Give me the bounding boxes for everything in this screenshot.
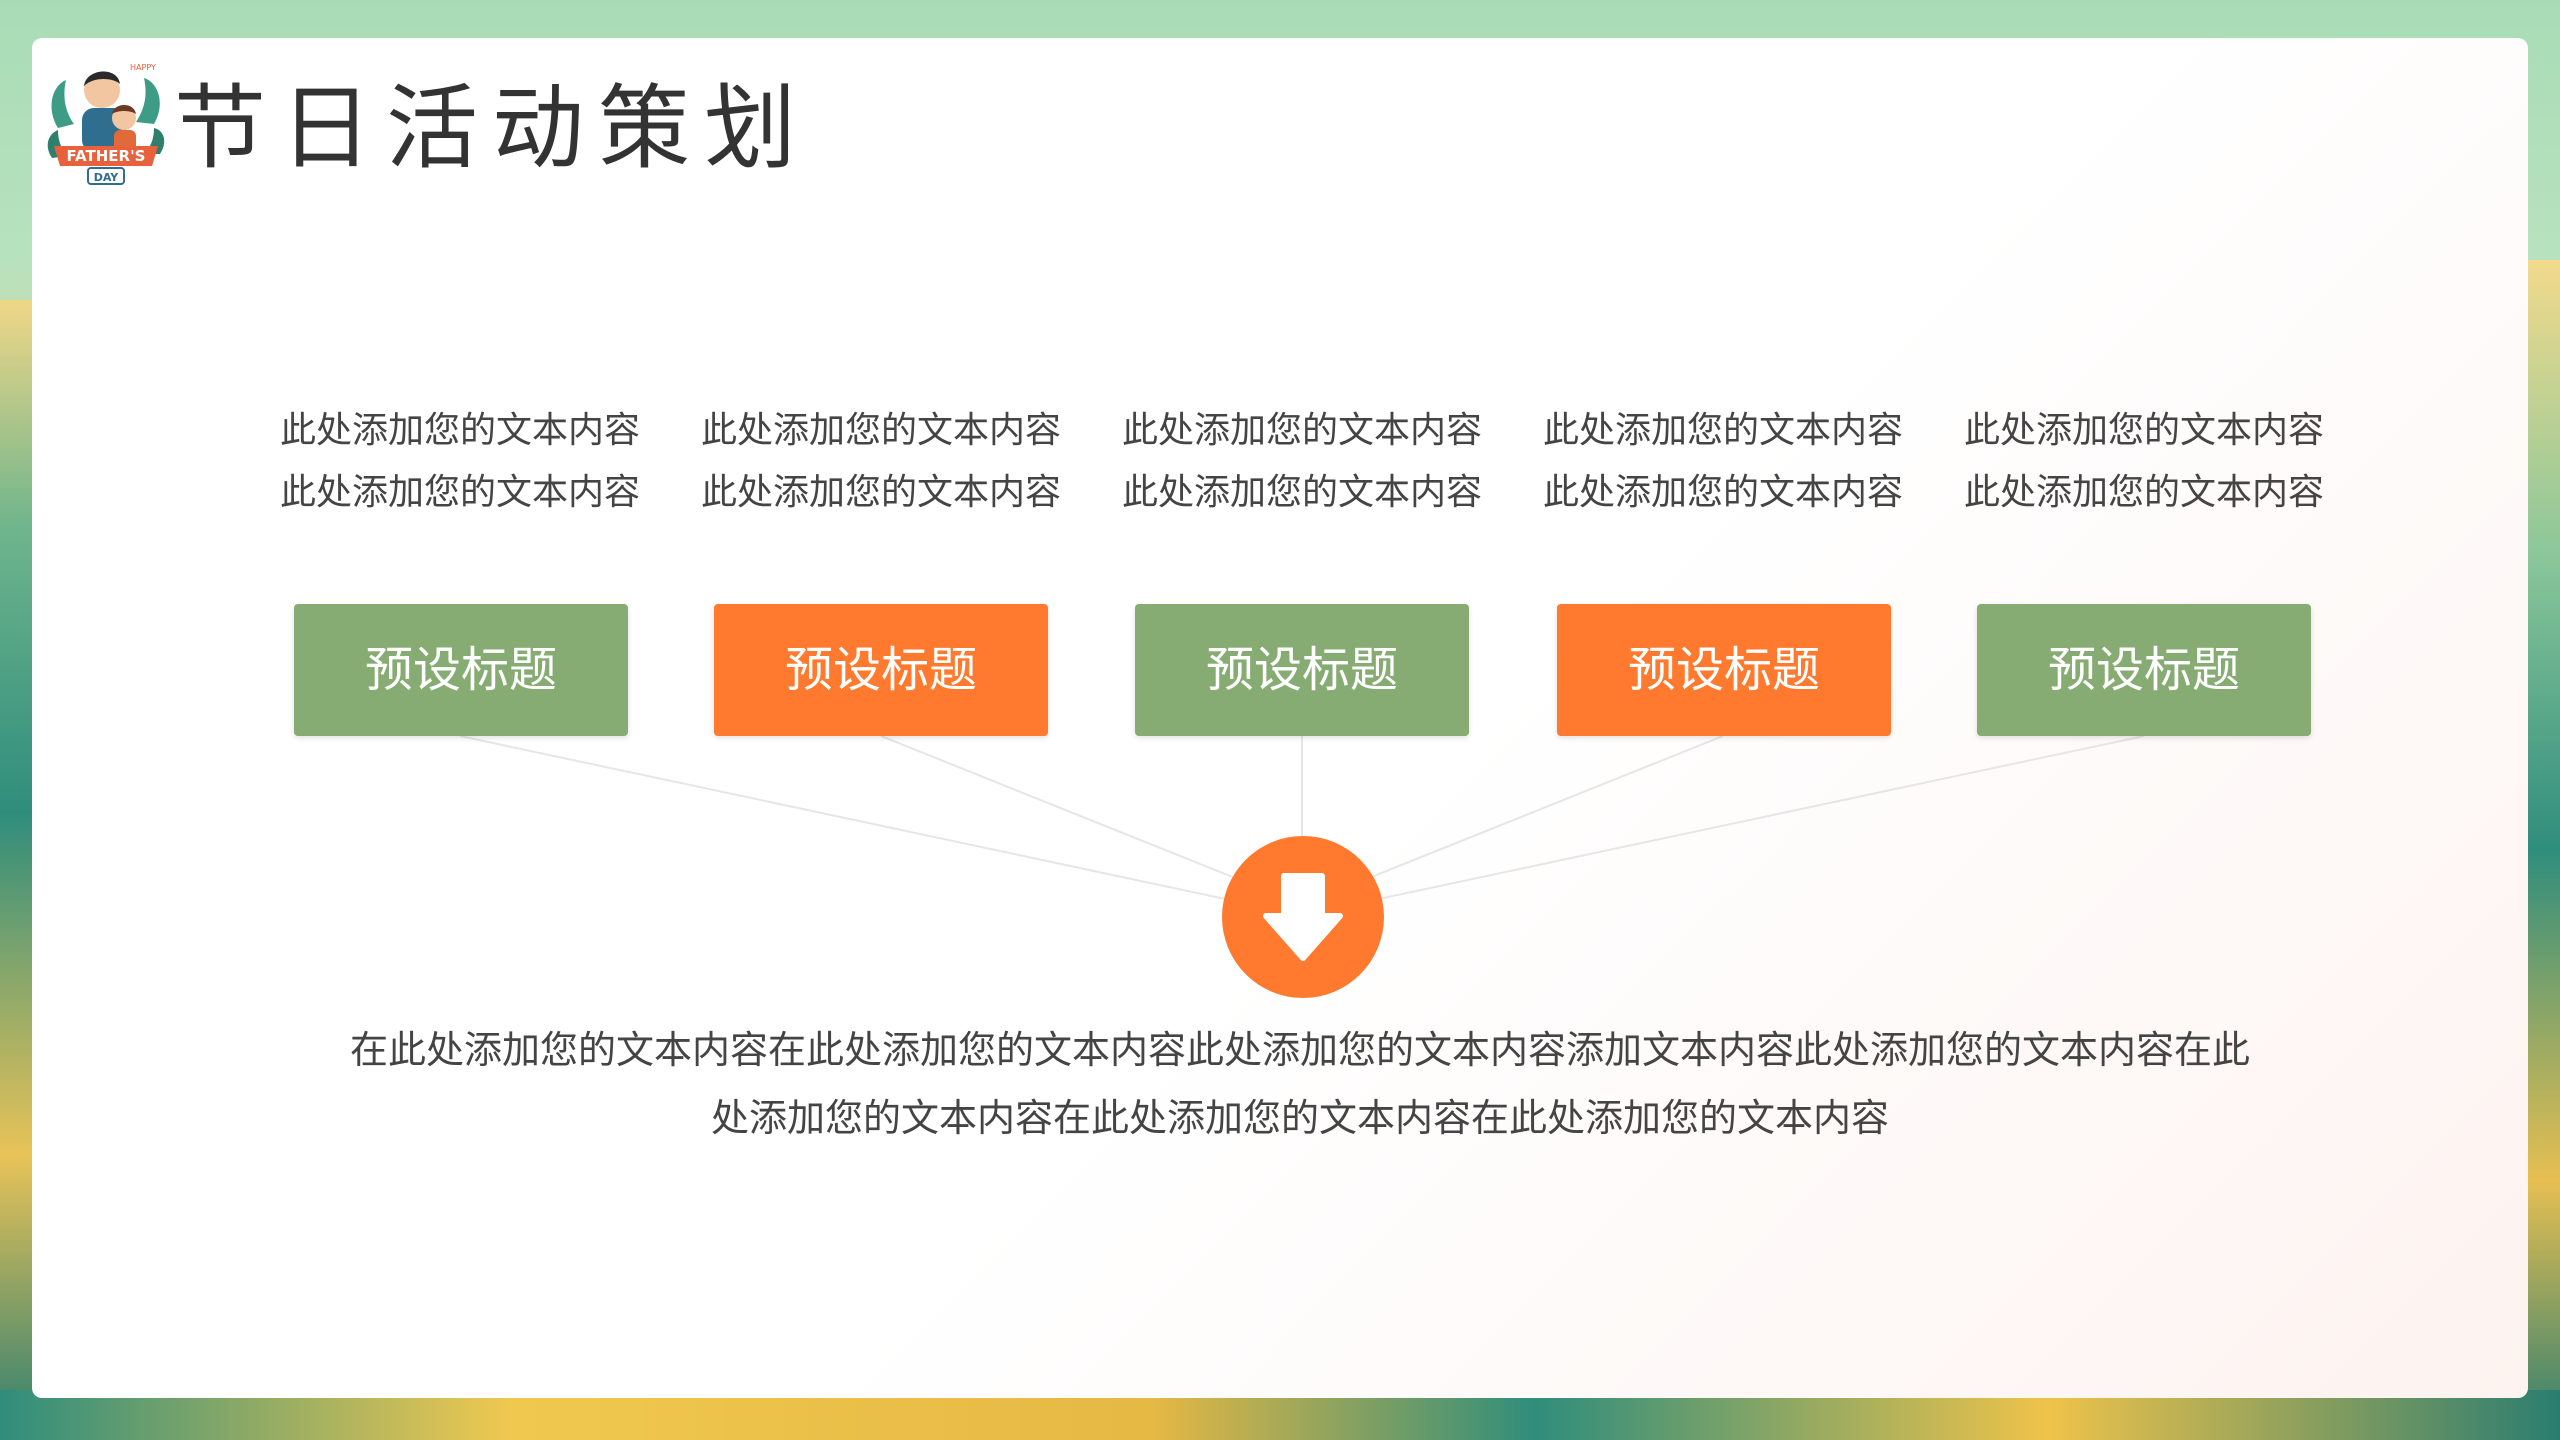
- column-4-line-1: 此处添加您的文本内容: [1542, 410, 1903, 451]
- summary-line-1: 在此处添加您的文本内容在此处添加您的文本内容此处添加您的文本内容添加文本内容此处…: [349, 1028, 2250, 1072]
- column-1-line-2: 此处添加您的文本内容: [279, 472, 640, 513]
- preset-title-button-3[interactable]: 预设标题: [1135, 604, 1469, 736]
- column-1-text: 此处添加您的文本内容 此处添加您的文本内容: [250, 400, 670, 524]
- column-2-line-1: 此处添加您的文本内容: [700, 410, 1061, 451]
- column-1-line-1: 此处添加您的文本内容: [279, 410, 640, 451]
- preset-title-button-1[interactable]: 预设标题: [294, 604, 628, 736]
- column-2-line-2: 此处添加您的文本内容: [700, 472, 1061, 513]
- summary-text: 在此处添加您的文本内容在此处添加您的文本内容此处添加您的文本内容添加文本内容此处…: [260, 1016, 2340, 1152]
- column-3-line-2: 此处添加您的文本内容: [1121, 472, 1482, 513]
- preset-title-button-2[interactable]: 预设标题: [714, 604, 1048, 736]
- column-5-line-1: 此处添加您的文本内容: [1963, 410, 2324, 451]
- summary-line-2: 处添加您的文本内容在此处添加您的文本内容在此处添加您的文本内容: [710, 1096, 1889, 1140]
- preset-title-button-4[interactable]: 预设标题: [1557, 604, 1891, 736]
- column-4-line-2: 此处添加您的文本内容: [1542, 472, 1903, 513]
- column-5-text: 此处添加您的文本内容 此处添加您的文本内容: [1934, 400, 2354, 524]
- arrow-down-icon[interactable]: [1222, 836, 1384, 998]
- column-3-text: 此处添加您的文本内容 此处添加您的文本内容: [1092, 400, 1512, 524]
- column-3-line-1: 此处添加您的文本内容: [1121, 410, 1482, 451]
- column-2-text: 此处添加您的文本内容 此处添加您的文本内容: [671, 400, 1091, 524]
- preset-title-button-5[interactable]: 预设标题: [1977, 604, 2311, 736]
- column-5-line-2: 此处添加您的文本内容: [1963, 472, 2324, 513]
- column-4-text: 此处添加您的文本内容 此处添加您的文本内容: [1513, 400, 1933, 524]
